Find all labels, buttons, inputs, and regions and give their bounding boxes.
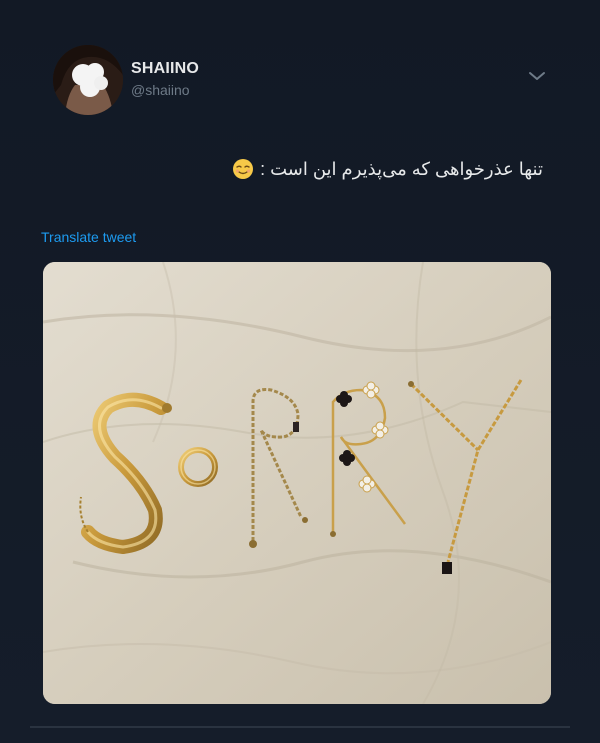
user-handle[interactable]: @shaiino xyxy=(131,82,190,98)
chevron-down-icon[interactable] xyxy=(527,66,547,86)
relieved-face-emoji-icon xyxy=(232,158,254,180)
avatar[interactable] xyxy=(53,45,123,115)
tweet-photo[interactable] xyxy=(43,262,551,704)
tweet-text: تنها عذرخواهی که می‌پذیرم این است : xyxy=(260,158,543,179)
jewelry-photo-image xyxy=(43,262,551,704)
translate-tweet-link[interactable]: Translate tweet xyxy=(41,229,136,245)
tweet-text-row: تنها عذرخواهی که می‌پذیرم این است : xyxy=(232,158,543,180)
display-name[interactable]: SHAIINO xyxy=(131,60,199,78)
tweet-card: SHAIINO @shaiino تنها عذرخواهی که می‌پذی… xyxy=(0,0,600,743)
divider xyxy=(30,726,570,728)
avatar-image xyxy=(53,45,123,115)
